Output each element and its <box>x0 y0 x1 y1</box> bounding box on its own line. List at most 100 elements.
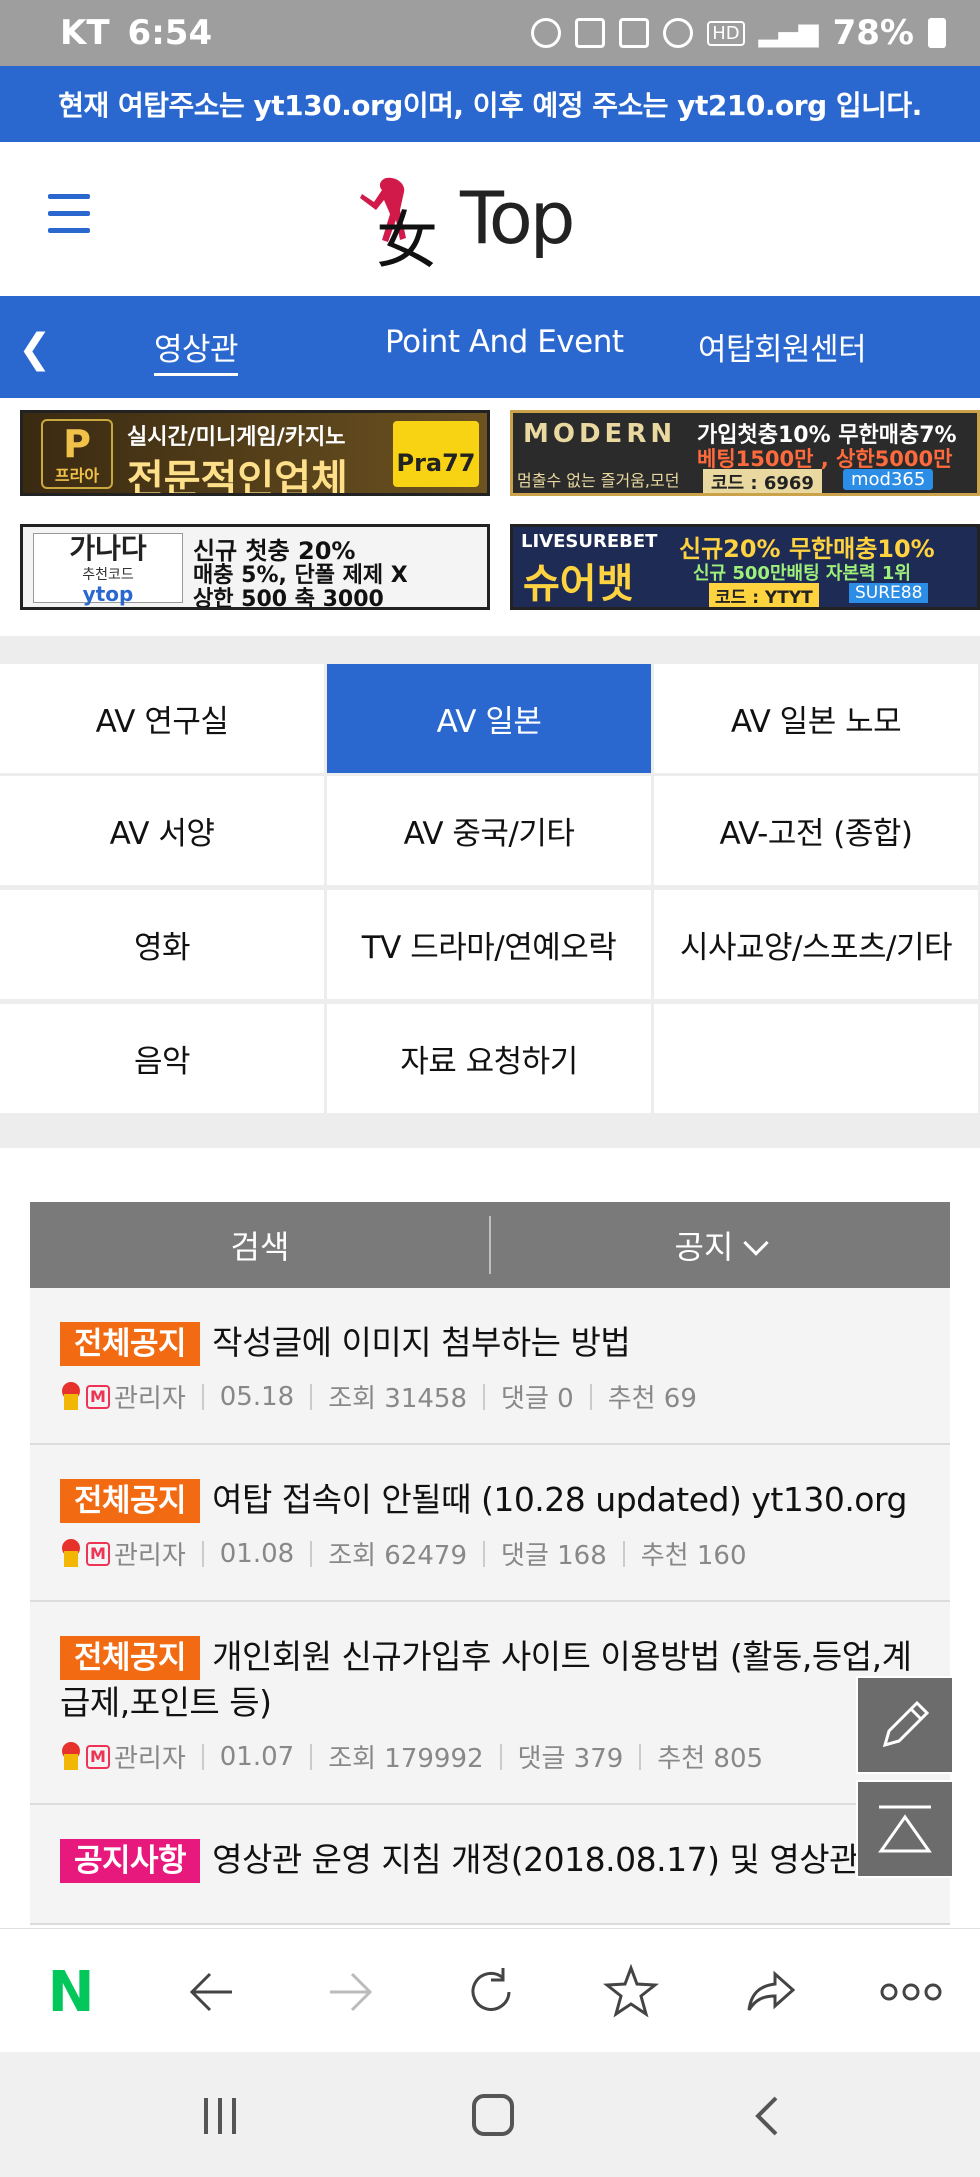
post-date: 05.18 <box>219 1381 295 1412</box>
tab-video[interactable]: 영상관 <box>154 324 239 376</box>
post-likes: 추천 805 <box>657 1744 764 1774</box>
list-item[interactable]: 전체공지 여탑 접속이 안될때 (10.28 updated) yt130.org… <box>30 1445 950 1602</box>
sim-icon <box>619 18 650 48</box>
menu-icon[interactable] <box>48 194 90 238</box>
home-icon[interactable] <box>470 2092 516 2138</box>
manager-badge-icon: M <box>86 1541 110 1566</box>
status-bar: KT 6:54 HD ▂▄▆ 78% <box>0 0 980 66</box>
category-av-lab[interactable]: AV 연구실 <box>0 664 324 773</box>
category-music[interactable]: 음악 <box>0 1004 324 1113</box>
board-toolbar: 검색 공지 <box>30 1202 950 1288</box>
category-current-sports[interactable]: 시사교양/스포츠/기타 <box>654 890 978 999</box>
search-button[interactable]: 검색 <box>30 1222 490 1268</box>
notice-tag: 전체공지 <box>60 1636 201 1680</box>
carrier-label: KT <box>60 13 110 53</box>
ad-banner-ganada[interactable]: 가나다 추천코드 ytop 신규 첫충 20% 매충 5%, 단폴 제제 X 상… <box>20 524 490 610</box>
arrow-right-icon <box>330 1972 373 2012</box>
forward-button[interactable] <box>316 1957 386 2027</box>
browser-toolbar: N <box>0 1928 980 2052</box>
site-logo[interactable]: 女 Top <box>356 170 636 277</box>
ad-headline: 전문적인업체 <box>127 457 348 496</box>
pra-badge: P 프라아 <box>41 419 113 489</box>
post-likes: 추천 160 <box>640 1541 747 1571</box>
clock: 6:54 <box>127 13 213 53</box>
rank-medal-icon <box>60 1741 82 1772</box>
naver-home-button[interactable]: N <box>36 1957 106 2027</box>
ad-brand: MODERN <box>523 419 677 449</box>
battery-icon <box>928 18 946 48</box>
naver-logo-icon: N <box>47 1959 95 2025</box>
ad-handle: SURE88 <box>849 583 929 603</box>
notice-dropdown[interactable]: 공지 <box>490 1222 950 1268</box>
tab-point-event[interactable]: Point And Event <box>385 324 624 360</box>
section-divider <box>0 636 980 664</box>
write-button[interactable] <box>856 1676 954 1774</box>
list-item[interactable]: 전체공지 작성글에 이미지 첨부하는 방법 M 관리자 05.18 조회 3145… <box>30 1288 950 1445</box>
post-author: 관리자 <box>114 1541 186 1571</box>
ad-banner-surebet[interactable]: LIVESUREBET 슈어뱃 신규20% 무한매충10% 신규 500만배팅 … <box>510 524 980 610</box>
ad-headline: 슈어뱃 <box>523 561 634 607</box>
system-back-icon[interactable] <box>752 2094 782 2138</box>
post-views: 조회 179992 <box>328 1744 484 1774</box>
section-divider <box>0 1118 980 1148</box>
post-comments: 댓글 379 <box>517 1744 624 1774</box>
tab-member-center[interactable]: 여탑회원센터 <box>698 324 867 369</box>
ad-line: 상한 500 축 3000 <box>193 587 384 610</box>
battery-level: 78% <box>832 13 914 53</box>
back-button[interactable] <box>176 1957 246 2027</box>
address-notice-text: 현재 여탑주소는 yt130.org이며, 이후 예정 주소는 yt210.or… <box>58 89 922 122</box>
logo-han-char: 女 <box>376 204 439 277</box>
system-navigation-bar <box>0 2052 980 2177</box>
wifi-icon <box>663 18 694 48</box>
toolbar-divider <box>489 1216 491 1274</box>
ad-handle: mod365 <box>843 469 934 490</box>
category-av-japan[interactable]: AV 일본 <box>327 664 651 773</box>
category-movie[interactable]: 영화 <box>0 890 324 999</box>
nav-back-icon[interactable]: ❮ <box>18 326 52 372</box>
category-av-western[interactable]: AV 서양 <box>0 776 324 885</box>
category-av-classic[interactable]: AV-고전 (종합) <box>654 776 978 885</box>
post-meta: M 관리자 01.07 조회 179992 댓글 379 추천 805 <box>60 1738 920 1803</box>
post-meta: M 관리자 01.08 조회 62479 댓글 168 추천 160 <box>60 1535 920 1600</box>
post-meta: M 관리자 05.18 조회 31458 댓글 0 추천 69 <box>60 1378 920 1443</box>
alarm-icon <box>531 18 562 48</box>
post-author: 관리자 <box>114 1744 186 1774</box>
section-nav: ❮ 영상관 Point And Event 여탑회원센터 <box>0 296 980 398</box>
more-button[interactable] <box>876 1957 946 2027</box>
category-av-china[interactable]: AV 중국/기타 <box>327 776 651 885</box>
ad-brand: LIVESUREBET <box>521 531 658 552</box>
board-content: 검색 공지 전체공지 작성글에 이미지 첨부하는 방법 M 관리자 05.18 조… <box>0 1148 980 1928</box>
list-item[interactable]: 공지사항 영상관 운영 지침 개정(2018.08.17) 및 영상관 <box>30 1805 950 1925</box>
site-header: 女 Top <box>0 142 980 296</box>
ganada-logo: 가나다 추천코드 ytop <box>33 533 183 604</box>
scroll-top-button[interactable] <box>856 1780 954 1878</box>
ad-banner-modern[interactable]: MODERN 가입첫충10% 무한매충7% 베팅1500만 , 상한5000만 … <box>510 410 980 496</box>
signal-icon: ▂▄▆ <box>758 18 819 48</box>
category-av-japan-nomo[interactable]: AV 일본 노모 <box>654 664 978 773</box>
vibrate-icon <box>575 18 606 48</box>
notice-tag: 전체공지 <box>60 1322 201 1366</box>
address-notice-bar: 현재 여탑주소는 yt130.org이며, 이후 예정 주소는 yt210.or… <box>0 66 980 142</box>
manager-badge-icon: M <box>86 1744 110 1769</box>
share-icon <box>747 1970 796 2011</box>
category-request[interactable]: 자료 요청하기 <box>327 1004 651 1113</box>
recent-apps-icon[interactable] <box>198 2094 242 2138</box>
scroll-top-icon <box>878 1805 932 1853</box>
notice-tag: 전체공지 <box>60 1479 201 1523</box>
share-button[interactable] <box>736 1957 806 2027</box>
pencil-icon <box>882 1700 930 1748</box>
post-views: 조회 62479 <box>328 1541 468 1571</box>
category-tv-drama[interactable]: TV 드라마/연예오락 <box>327 890 651 999</box>
rank-medal-icon <box>60 1381 82 1412</box>
post-comments: 댓글 0 <box>501 1384 574 1414</box>
bookmark-button[interactable] <box>596 1957 666 2027</box>
reload-icon <box>471 1968 511 2011</box>
ad-banner-pra77[interactable]: P 프라아 실시간/미니게임/카지노 전문적인업체 Pra77 <box>20 410 490 496</box>
notice-tag: 공지사항 <box>60 1839 201 1883</box>
kakaotalk-badge: Pra77 <box>393 421 479 487</box>
ad-banners: P 프라아 실시간/미니게임/카지노 전문적인업체 Pra77 MODERN 가입… <box>0 398 980 636</box>
post-title: 여탑 접속이 안될때 (10.28 updated) yt130.org <box>212 1480 907 1519</box>
more-icon <box>880 1983 942 2001</box>
list-item[interactable]: 전체공지 개인회원 신규가입후 사이트 이용방법 (활동,등업,계급제,포인트 등… <box>30 1602 950 1805</box>
reload-button[interactable] <box>456 1957 526 2027</box>
